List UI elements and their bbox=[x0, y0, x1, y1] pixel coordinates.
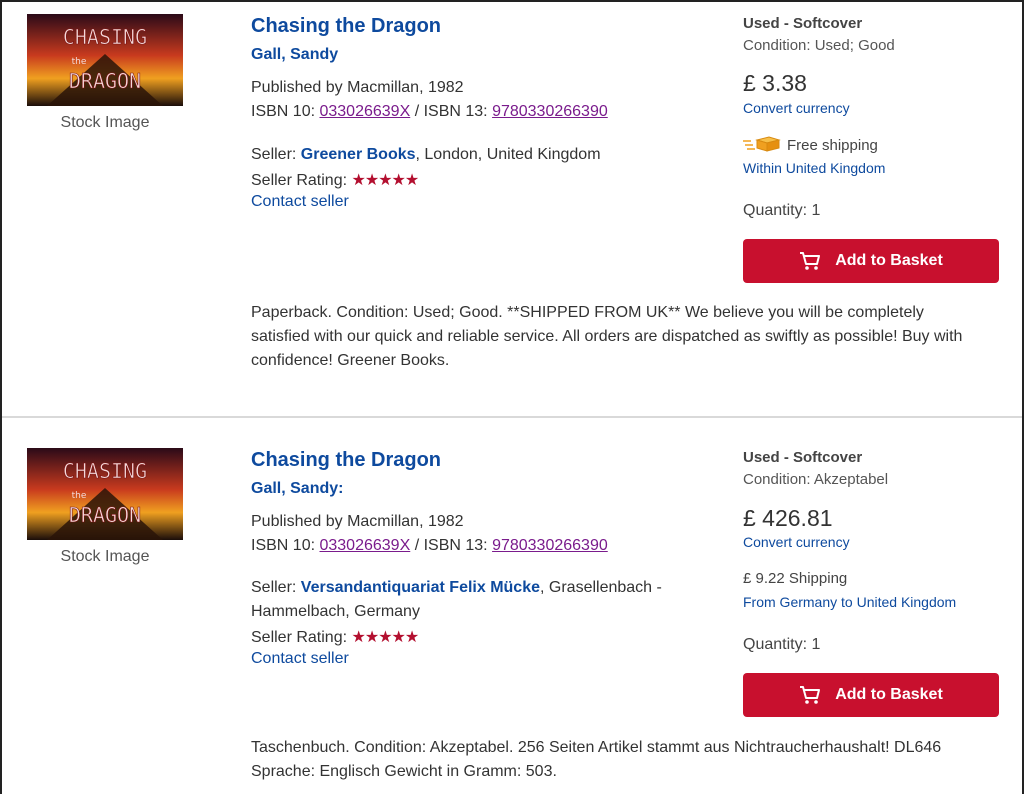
author-link[interactable]: Gall, Sandy: bbox=[251, 480, 343, 498]
condition-text: Condition: Used; Good bbox=[743, 37, 895, 54]
description-line: Sprache: Englisch Gewicht in Gramm: 503. bbox=[251, 763, 557, 780]
price: £ 3.38 bbox=[743, 70, 807, 96]
cart-icon bbox=[800, 252, 821, 270]
shipping-label: Free shipping bbox=[787, 136, 878, 154]
star-rating-icon: ★★★★★ bbox=[351, 629, 420, 646]
isbn10-link[interactable]: 033026639X bbox=[319, 537, 410, 554]
add-to-basket-button[interactable]: Add to Basket bbox=[743, 673, 999, 717]
add-to-basket-label: Add to Basket bbox=[835, 252, 943, 269]
isbn13-label: / ISBN 13: bbox=[410, 537, 493, 554]
seller-rating: Seller Rating: ★★★★★ bbox=[251, 170, 420, 190]
seller-label: Seller: bbox=[251, 579, 301, 596]
quantity-text: Quantity: 1 bbox=[743, 636, 821, 653]
listing-card: CHASING the DRAGON Stock Image Chasing t… bbox=[2, 418, 1022, 794]
description-line: Paperback. Condition: Used; Good. **SHIP… bbox=[251, 304, 924, 321]
svg-text:DRAGON: DRAGON bbox=[69, 503, 141, 527]
add-to-basket-label: Add to Basket bbox=[835, 686, 943, 703]
author-link[interactable]: Gall, Sandy bbox=[251, 46, 338, 64]
seller-rating-label: Seller Rating: bbox=[251, 629, 352, 646]
seller-label: Seller: bbox=[251, 146, 301, 163]
isbn13-link[interactable]: 9780330266390 bbox=[492, 537, 608, 554]
listing-card: CHASING the DRAGON Stock Image Chasing t… bbox=[2, 0, 1022, 416]
listing-description: Taschenbuch. Condition: Akzeptabel. 256 … bbox=[251, 736, 1001, 784]
seller-rating: Seller Rating: ★★★★★ bbox=[251, 627, 420, 647]
publisher-info: Published by Macmillan, 1982 bbox=[251, 513, 464, 530]
publisher-info: Published by Macmillan, 1982 bbox=[251, 79, 464, 96]
seller-name-link[interactable]: Versandantiquariat Felix Mücke bbox=[301, 579, 540, 596]
isbn-line: ISBN 10: 033026639X / ISBN 13: 978033026… bbox=[251, 103, 608, 121]
seller-location-continued: Hammelbach, Germany bbox=[251, 603, 420, 620]
convert-currency-link[interactable]: Convert currency bbox=[743, 534, 850, 550]
seller-line: Seller: Versandantiquariat Felix Mücke, … bbox=[251, 579, 662, 597]
seller-location: , London, United Kingdom bbox=[415, 146, 601, 163]
shipping-region-link[interactable]: Within United Kingdom bbox=[743, 160, 885, 176]
contact-seller-link[interactable]: Contact seller bbox=[251, 650, 349, 668]
contact-seller-link[interactable]: Contact seller bbox=[251, 193, 349, 211]
binding-type: Used - Softcover bbox=[743, 449, 863, 466]
isbn13-label: / ISBN 13: bbox=[410, 103, 493, 120]
shipping-cost: £ 9.22 Shipping bbox=[743, 570, 848, 587]
delivery-box-icon bbox=[743, 136, 781, 156]
add-to-basket-button[interactable]: Add to Basket bbox=[743, 239, 999, 283]
seller-name-link[interactable]: Greener Books bbox=[301, 146, 416, 163]
condition-text: Condition: Akzeptabel bbox=[743, 471, 889, 488]
binding-type: Used - Softcover bbox=[743, 15, 863, 32]
shipping-region-link[interactable]: From Germany to United Kingdom bbox=[743, 594, 956, 610]
description-line: satisfied with our quick and reliable se… bbox=[251, 328, 963, 345]
cart-icon bbox=[800, 686, 821, 704]
seller-rating-label: Seller Rating: bbox=[251, 172, 352, 189]
svg-text:the: the bbox=[72, 57, 87, 67]
listing-description: Paperback. Condition: Used; Good. **SHIP… bbox=[251, 301, 1001, 373]
star-rating-icon: ★★★★★ bbox=[351, 172, 420, 189]
stock-image-label: Stock Image bbox=[60, 548, 150, 565]
book-cover-image[interactable]: CHASING the DRAGON bbox=[27, 448, 183, 540]
description-line: confidence! Greener Books. bbox=[251, 352, 450, 369]
book-title-link[interactable]: Chasing the Dragon bbox=[251, 449, 441, 472]
quantity-text: Quantity: 1 bbox=[743, 202, 821, 219]
isbn10-label: ISBN 10: bbox=[251, 537, 320, 554]
svg-text:CHASING: CHASING bbox=[63, 459, 147, 483]
book-title-link[interactable]: Chasing the Dragon bbox=[251, 15, 441, 38]
isbn-line: ISBN 10: 033026639X / ISBN 13: 978033026… bbox=[251, 537, 608, 555]
book-cover-image[interactable]: CHASING the DRAGON bbox=[27, 14, 183, 106]
price: £ 426.81 bbox=[743, 505, 833, 531]
svg-text:the: the bbox=[72, 491, 87, 501]
shipping-cost: Free shipping bbox=[743, 136, 878, 156]
convert-currency-link[interactable]: Convert currency bbox=[743, 100, 850, 116]
seller-location: , Grasellenbach - bbox=[540, 579, 662, 596]
isbn10-label: ISBN 10: bbox=[251, 103, 320, 120]
seller-line: Seller: Greener Books, London, United Ki… bbox=[251, 146, 601, 164]
svg-text:CHASING: CHASING bbox=[63, 25, 147, 49]
isbn10-link[interactable]: 033026639X bbox=[319, 103, 410, 120]
stock-image-label: Stock Image bbox=[60, 114, 150, 131]
description-line: Taschenbuch. Condition: Akzeptabel. 256 … bbox=[251, 739, 942, 756]
isbn13-link[interactable]: 9780330266390 bbox=[492, 103, 608, 120]
svg-text:DRAGON: DRAGON bbox=[69, 69, 141, 93]
